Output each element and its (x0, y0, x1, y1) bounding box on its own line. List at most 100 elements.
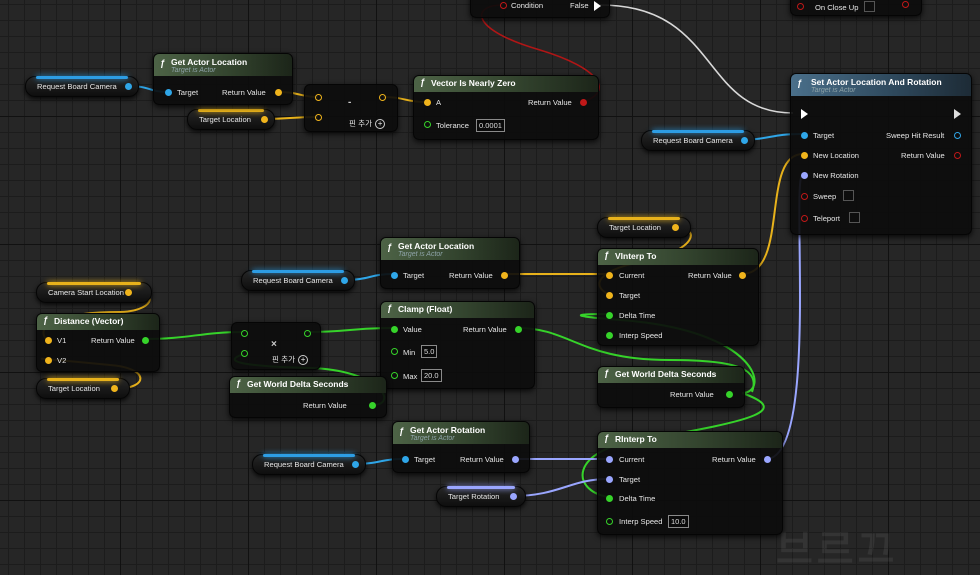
tolerance-pin[interactable] (424, 121, 431, 128)
get-actor-location-node[interactable]: ƒ Get Actor Location Target is Actor Tar… (153, 53, 293, 105)
condition-label: Condition (511, 1, 544, 10)
target-location-var[interactable]: Target Location (597, 217, 691, 238)
add-pin-label[interactable]: 핀 추가 + (272, 354, 309, 365)
max-pin[interactable] (391, 372, 398, 379)
camera-start-location-var[interactable]: Camera Start Location (36, 282, 152, 303)
close-up-checkbox[interactable] (864, 1, 875, 12)
var-out-pin[interactable] (125, 83, 132, 90)
value-pin[interactable] (391, 326, 398, 333)
return-pin[interactable] (275, 89, 282, 96)
get-world-delta-seconds-node[interactable]: ƒ Get World Delta Seconds Return Value (229, 376, 387, 418)
node-subtitle: Target is Actor (398, 251, 443, 258)
return-pin[interactable] (726, 391, 733, 398)
close-up-out-pin[interactable] (902, 1, 909, 8)
add-pin-text: 핀 추가 (272, 355, 296, 364)
target-pin[interactable] (606, 292, 613, 299)
new-rotation-pin[interactable] (801, 172, 808, 179)
close-up-pin[interactable] (797, 3, 804, 10)
exec-in-pin[interactable] (801, 109, 808, 119)
condition-pin[interactable] (500, 2, 507, 9)
vector-nearly-zero-node[interactable]: ƒ Vector Is Nearly Zero A Return Value T… (413, 75, 599, 140)
get-world-delta-seconds-node[interactable]: ƒ Get World Delta Seconds Return Value (597, 366, 745, 408)
sweep-label: Sweep (813, 192, 837, 201)
a-pin[interactable] (424, 99, 431, 106)
var-out-pin[interactable] (341, 277, 348, 284)
tolerance-input[interactable]: 0.0001 (476, 119, 505, 132)
var-label: Target Location (48, 384, 100, 393)
return-pin[interactable] (369, 402, 376, 409)
sweep-checkbox[interactable] (843, 190, 854, 201)
teleport-checkbox[interactable] (849, 212, 860, 223)
vinterp-to-node[interactable]: ƒ VInterp To Current Return Value Target… (597, 248, 759, 346)
get-actor-rotation-node[interactable]: ƒ Get Actor Rotation Target is Actor Tar… (392, 421, 530, 473)
input-b-pin[interactable] (315, 114, 322, 121)
function-icon: ƒ (399, 426, 405, 436)
target-pin[interactable] (606, 476, 613, 483)
delta-time-pin[interactable] (606, 495, 613, 502)
var-out-pin[interactable] (672, 224, 679, 231)
input-a-pin[interactable] (315, 94, 322, 101)
output-pin[interactable] (304, 330, 311, 337)
delta-time-label: Delta Time (619, 494, 656, 503)
target-location-var[interactable]: Target Location (187, 109, 275, 130)
rinterp-to-node[interactable]: ƒ RInterp To Current Return Value Target… (597, 431, 783, 535)
min-pin[interactable] (391, 348, 398, 355)
return-pin[interactable] (142, 337, 149, 344)
target-location-var[interactable]: Target Location (36, 378, 130, 399)
request-board-camera-var[interactable]: Request Board Camera (25, 76, 139, 97)
v1-pin[interactable] (45, 337, 52, 344)
return-pin[interactable] (501, 272, 508, 279)
var-out-pin[interactable] (111, 385, 118, 392)
request-board-camera-var[interactable]: Request Board Camera (252, 454, 366, 475)
sweep-hit-pin[interactable] (954, 132, 961, 139)
set-actor-location-rotation-node[interactable]: ƒ Set Actor Location And Rotation Target… (790, 73, 972, 235)
var-out-pin[interactable] (741, 137, 748, 144)
min-input[interactable]: 5.0 (421, 345, 438, 358)
var-out-pin[interactable] (510, 493, 517, 500)
false-exec-pin[interactable] (594, 1, 601, 11)
request-board-camera-var[interactable]: Request Board Camera (241, 270, 355, 291)
input-a-pin[interactable] (241, 330, 248, 337)
return-pin[interactable] (954, 152, 961, 159)
current-pin[interactable] (606, 456, 613, 463)
add-pin-label[interactable]: 핀 추가 + (349, 118, 386, 129)
add-pin-node[interactable]: - 핀 추가 + (304, 84, 398, 132)
target-rotation-var[interactable]: Target Rotation (436, 486, 526, 507)
v2-pin[interactable] (45, 357, 52, 364)
return-pin[interactable] (580, 99, 587, 106)
teleport-pin[interactable] (801, 215, 808, 222)
target-pin[interactable] (391, 272, 398, 279)
get-actor-location-node[interactable]: ƒ Get Actor Location Target is Actor Tar… (380, 237, 520, 289)
interp-speed-pin[interactable] (606, 332, 613, 339)
close-up-node[interactable]: On Close Up (790, 0, 922, 16)
add-pin-node[interactable]: × 핀 추가 + (231, 322, 321, 370)
current-pin[interactable] (606, 272, 613, 279)
var-out-pin[interactable] (125, 289, 132, 296)
close-up-label: On Close Up (815, 3, 859, 12)
return-pin[interactable] (739, 272, 746, 279)
target-pin[interactable] (801, 132, 808, 139)
return-pin[interactable] (512, 456, 519, 463)
var-out-pin[interactable] (261, 116, 268, 123)
target-pin[interactable] (402, 456, 409, 463)
distance-vector-node[interactable]: ƒ Distance (Vector) V1 Return Value V2 (36, 313, 160, 372)
node-title: Get World Delta Seconds (615, 369, 717, 379)
target-pin[interactable] (165, 89, 172, 96)
exec-out-pin[interactable] (954, 109, 961, 119)
return-pin[interactable] (515, 326, 522, 333)
output-pin[interactable] (379, 94, 386, 101)
max-input[interactable]: 20.0 (421, 369, 442, 382)
new-location-pin[interactable] (801, 152, 808, 159)
new-rotation-label: New Rotation (813, 171, 859, 180)
sweep-pin[interactable] (801, 193, 808, 200)
return-pin[interactable] (764, 456, 771, 463)
clamp-float-node[interactable]: ƒ Clamp (Float) Value Return Value Min 5… (380, 301, 535, 389)
interp-speed-pin[interactable] (606, 518, 613, 525)
target-label: Target (403, 271, 425, 280)
delta-time-pin[interactable] (606, 312, 613, 319)
branch-node[interactable]: Condition False (470, 0, 610, 18)
var-out-pin[interactable] (352, 461, 359, 468)
interp-speed-input[interactable]: 10.0 (668, 515, 689, 528)
request-board-camera-var[interactable]: Request Board Camera (641, 130, 755, 151)
input-b-pin[interactable] (241, 350, 248, 357)
